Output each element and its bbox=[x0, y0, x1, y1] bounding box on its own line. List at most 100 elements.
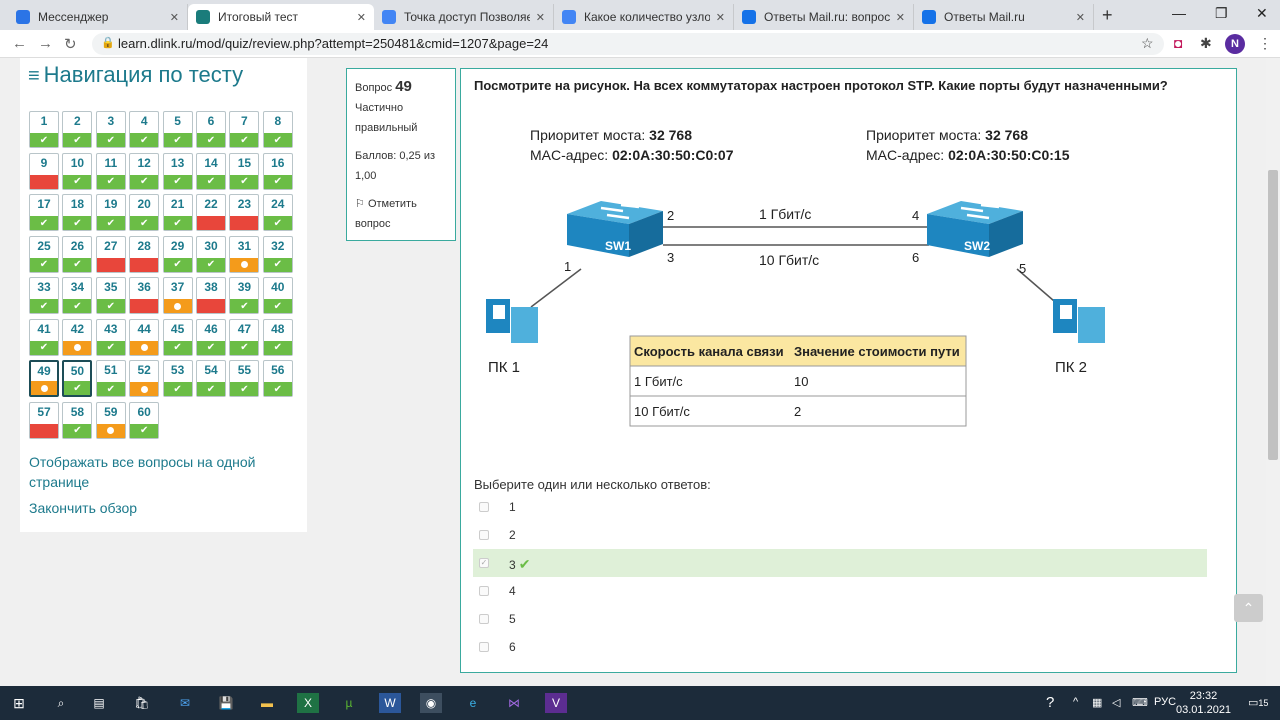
answer-option-1[interactable]: 1 bbox=[473, 493, 1207, 521]
tab-close-icon[interactable]: ✕ bbox=[716, 11, 725, 24]
answer-option-4[interactable]: 4 bbox=[473, 577, 1207, 605]
question-nav-button[interactable]: 48 ✔ bbox=[262, 318, 293, 356]
answer-checkbox[interactable]: ✓ bbox=[479, 558, 489, 568]
question-nav-button[interactable]: 6 ✔ bbox=[196, 111, 226, 148]
answer-checkbox[interactable] bbox=[479, 586, 489, 596]
visual-studio-icon[interactable]: ⋈ bbox=[503, 693, 525, 713]
question-nav-button[interactable]: 49 bbox=[29, 360, 59, 397]
profile-avatar[interactable]: N bbox=[1225, 34, 1245, 54]
question-nav-button[interactable]: 23 bbox=[229, 194, 260, 231]
keyboard-icon[interactable]: ⌨ bbox=[1132, 696, 1148, 709]
answer-option-3[interactable]: ✓ 3 ✔ bbox=[473, 549, 1207, 577]
question-nav-button[interactable]: 43 ✔ bbox=[95, 318, 126, 356]
word-icon[interactable]: W bbox=[379, 693, 401, 713]
question-nav-button[interactable]: 58 ✔ bbox=[62, 401, 93, 439]
extension-icon[interactable]: ◘ bbox=[1174, 35, 1182, 51]
flag-question-link[interactable]: ⚐ Отметить вопрос bbox=[355, 194, 447, 234]
question-nav-button[interactable]: 25 ✔ bbox=[29, 235, 59, 273]
question-nav-button[interactable]: 1 ✔ bbox=[29, 111, 59, 148]
question-nav-button[interactable]: 17 ✔ bbox=[29, 194, 59, 231]
maximize-icon[interactable]: ❐ bbox=[1215, 5, 1228, 22]
question-nav-button[interactable]: 7 ✔ bbox=[229, 111, 260, 148]
question-nav-button[interactable]: 59 bbox=[95, 401, 126, 439]
question-nav-button[interactable]: 40 ✔ bbox=[262, 277, 293, 314]
edge-icon[interactable]: e bbox=[462, 693, 484, 713]
menu-dots-icon[interactable]: ⋮ bbox=[1258, 35, 1272, 52]
question-nav-button[interactable]: 53 ✔ bbox=[162, 360, 193, 397]
tab-close-icon[interactable]: ✕ bbox=[170, 11, 179, 24]
extensions-puzzle-icon[interactable]: ✱ bbox=[1200, 35, 1212, 52]
question-nav-button[interactable]: 19 ✔ bbox=[95, 194, 126, 231]
back-icon[interactable]: ← bbox=[12, 35, 27, 52]
answer-option-2[interactable]: 2 bbox=[473, 521, 1207, 549]
question-nav-button[interactable]: 28 bbox=[129, 235, 160, 273]
question-nav-button[interactable]: 60 ✔ bbox=[129, 401, 160, 439]
show-all-questions-link[interactable]: Отображать все вопросы на одной странице bbox=[29, 452, 255, 492]
question-nav-button[interactable]: 46 ✔ bbox=[196, 318, 226, 356]
tab-close-icon[interactable]: ✕ bbox=[357, 11, 366, 24]
utorrent-icon[interactable]: µ bbox=[338, 693, 360, 713]
question-nav-button[interactable]: 29 ✔ bbox=[162, 235, 193, 273]
question-nav-button[interactable]: 14 ✔ bbox=[196, 152, 226, 190]
question-nav-button[interactable]: 24 ✔ bbox=[262, 194, 293, 231]
reload-icon[interactable]: ↻ bbox=[64, 35, 77, 53]
question-nav-button[interactable]: 10 ✔ bbox=[62, 152, 93, 190]
excel-icon[interactable]: X bbox=[297, 693, 319, 713]
question-nav-button[interactable]: 31 bbox=[229, 235, 260, 273]
question-nav-button[interactable]: 55 ✔ bbox=[229, 360, 260, 397]
question-nav-button[interactable]: 12 ✔ bbox=[129, 152, 160, 190]
question-nav-button[interactable]: 21 ✔ bbox=[162, 194, 193, 231]
question-nav-button[interactable]: 57 bbox=[29, 401, 59, 439]
question-nav-button[interactable]: 34 ✔ bbox=[62, 277, 93, 314]
tray-expand-icon[interactable]: ^ bbox=[1073, 696, 1078, 708]
question-nav-button[interactable]: 37 bbox=[162, 277, 193, 314]
forward-icon[interactable]: → bbox=[38, 35, 53, 52]
question-nav-button[interactable]: 5 ✔ bbox=[162, 111, 193, 148]
scroll-to-top-button[interactable]: ⌃ bbox=[1234, 594, 1263, 622]
question-nav-button[interactable]: 27 bbox=[95, 235, 126, 273]
question-nav-button[interactable]: 47 ✔ bbox=[229, 318, 260, 356]
question-nav-button[interactable]: 38 bbox=[196, 277, 226, 314]
network-icon[interactable]: ▦ bbox=[1092, 696, 1102, 709]
question-nav-button[interactable]: 30 ✔ bbox=[196, 235, 226, 273]
clock[interactable]: 23:32 03.01.2021 bbox=[1176, 689, 1231, 717]
folder-icon[interactable]: ▬ bbox=[256, 693, 278, 713]
question-nav-button[interactable]: 13 ✔ bbox=[162, 152, 193, 190]
question-nav-button[interactable]: 39 ✔ bbox=[229, 277, 260, 314]
question-nav-button[interactable]: 11 ✔ bbox=[95, 152, 126, 190]
notifications-icon[interactable]: ▭15 bbox=[1248, 696, 1268, 709]
question-nav-button[interactable]: 51 ✔ bbox=[95, 360, 126, 397]
close-window-icon[interactable]: ✕ bbox=[1256, 5, 1268, 22]
question-nav-button[interactable]: 9 bbox=[29, 152, 59, 190]
question-nav-button[interactable]: 3 ✔ bbox=[95, 111, 126, 148]
question-nav-button[interactable]: 32 ✔ bbox=[262, 235, 293, 273]
chrome-icon[interactable]: ◉ bbox=[420, 693, 442, 713]
tab-6[interactable]: Ответы Mail.ru ✕ bbox=[914, 4, 1094, 30]
question-nav-button[interactable]: 35 ✔ bbox=[95, 277, 126, 314]
mail-icon[interactable]: ✉ bbox=[174, 693, 196, 713]
question-nav-button[interactable]: 45 ✔ bbox=[162, 318, 193, 356]
question-nav-button[interactable]: 36 bbox=[129, 277, 160, 314]
answer-checkbox[interactable] bbox=[479, 530, 489, 540]
volume-icon[interactable]: ◁ bbox=[1112, 696, 1120, 709]
tab-2[interactable]: Итоговый тест ✕ bbox=[188, 4, 374, 30]
page-scrollbar[interactable] bbox=[1266, 58, 1280, 686]
question-nav-button[interactable]: 50 ✔ bbox=[62, 360, 93, 397]
answer-option-6[interactable]: 6 bbox=[473, 633, 1207, 661]
question-nav-button[interactable]: 15 ✔ bbox=[229, 152, 260, 190]
tab-close-icon[interactable]: ✕ bbox=[1076, 11, 1085, 24]
url-input[interactable]: 🔒 learn.dlink.ru/mod/quiz/review.php?atte… bbox=[92, 33, 1164, 55]
windows-start-icon[interactable]: ⊞ bbox=[8, 693, 30, 713]
answer-checkbox[interactable] bbox=[479, 502, 489, 512]
question-nav-button[interactable]: 18 ✔ bbox=[62, 194, 93, 231]
question-nav-button[interactable]: 4 ✔ bbox=[129, 111, 160, 148]
tab-3[interactable]: Точка доступ Позволяет об ✕ bbox=[374, 4, 554, 30]
search-icon[interactable]: ⌕ bbox=[50, 693, 72, 713]
question-nav-button[interactable]: 44 bbox=[129, 318, 160, 356]
tab-close-icon[interactable]: ✕ bbox=[536, 11, 545, 24]
answer-option-5[interactable]: 5 bbox=[473, 605, 1207, 633]
save-disk-icon[interactable]: 💾 bbox=[215, 693, 237, 713]
question-nav-button[interactable]: 33 ✔ bbox=[29, 277, 59, 314]
question-nav-button[interactable]: 22 bbox=[196, 194, 226, 231]
tab-4[interactable]: Какое количество узлов до ✕ bbox=[554, 4, 734, 30]
